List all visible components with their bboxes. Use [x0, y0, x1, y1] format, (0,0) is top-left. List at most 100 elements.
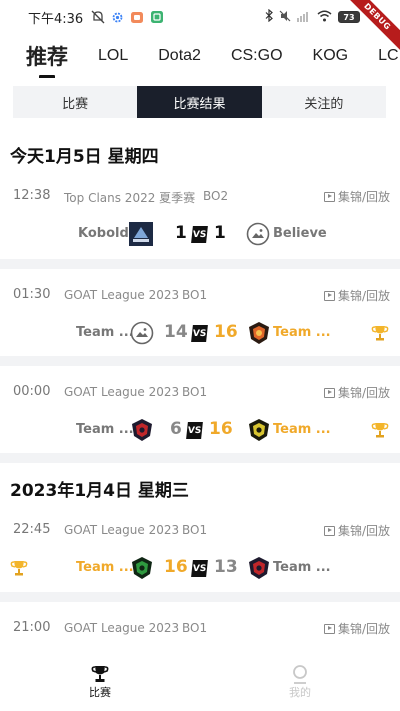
placeholder-image-icon [130, 321, 154, 345]
team-a-logo [132, 557, 152, 579]
play-icon [323, 623, 335, 634]
team-b-logo [249, 557, 269, 579]
replay-label: 集锦/回放 [337, 190, 390, 204]
team-a-logo [132, 419, 152, 441]
team-b-name: Believe [273, 226, 327, 241]
tab-dota2[interactable]: Dota2 [158, 47, 201, 65]
date-header-today: 今天1月5日 星期四 [10, 147, 159, 167]
match-filter-segmented: 比赛 比赛结果 关注的 [13, 86, 386, 118]
gear-notification-icon [111, 11, 124, 24]
user-nav-icon [293, 665, 307, 684]
team-b-logo [249, 419, 269, 441]
tab-csgo[interactable]: CS:GO [231, 47, 283, 65]
replay-label: 集锦/回放 [337, 524, 390, 538]
match-meta: 01:30 GOAT League 2023 BO1 集锦/回放 [0, 285, 400, 305]
match-league: GOAT League 2023 [64, 523, 180, 537]
score-row: Team ... 14 VS 16 Team ... [0, 321, 400, 347]
section-divider [0, 453, 400, 463]
signal-icon [297, 10, 311, 25]
placeholder-image-icon [246, 222, 270, 246]
team-b-score: 16 [209, 419, 233, 439]
team-a-name: Team ... [76, 422, 134, 437]
match-time: 21:00 [13, 620, 51, 635]
replay-label: 集锦/回放 [337, 289, 390, 303]
vs-badge: VS [191, 226, 208, 243]
play-icon [323, 525, 335, 536]
app-notification-icon [130, 10, 144, 24]
date-header-yesterday: 2023年1月4日 星期三 [10, 481, 189, 501]
match-league: GOAT League 2023 [64, 621, 180, 635]
team-a-score: 1 [175, 223, 187, 243]
match-card[interactable]: 22:45 GOAT League 2023 BO1 集锦/回放 Team ..… [0, 520, 400, 590]
score-row: Kobolds 1 VS 1 Believe [0, 222, 400, 248]
match-card[interactable]: 00:00 GOAT League 2023 BO1 集锦/回放 Team ..… [0, 382, 400, 452]
nav-matches-label: 比赛 [89, 686, 111, 699]
replay-link[interactable]: 集锦/回放 [323, 620, 390, 637]
tab-lol[interactable]: LOL [98, 47, 128, 65]
team-b-score: 16 [214, 322, 238, 342]
replay-label: 集锦/回放 [337, 386, 390, 400]
status-bar: 下午4:36 73 [0, 0, 400, 34]
match-meta: 00:00 GOAT League 2023 BO1 集锦/回放 [0, 382, 400, 402]
segment-following[interactable]: 关注的 [262, 86, 386, 118]
score-row: Team ... 6 VS 16 Team ... [0, 418, 400, 444]
segment-matches[interactable]: 比赛 [13, 86, 137, 118]
app-notification-icon-green [150, 10, 164, 24]
match-format: BO1 [182, 385, 208, 399]
vs-badge: VS [191, 560, 208, 577]
vs-badge: VS [186, 422, 203, 439]
status-time: 下午4:36 [28, 11, 84, 27]
match-card[interactable]: 21:00 GOAT League 2023 BO1 集锦/回放 [0, 618, 400, 646]
match-league: GOAT League 2023 [64, 385, 180, 399]
team-a-name: Kobolds [78, 226, 137, 241]
vs-badge: VS [191, 325, 208, 342]
play-icon [323, 191, 335, 202]
match-time: 01:30 [13, 287, 51, 302]
tab-kog[interactable]: KOG [313, 47, 349, 65]
match-card[interactable]: 12:38 Top Clans 2022 夏季赛 BO2 集锦/回放 Kobol… [0, 186, 400, 256]
do-not-disturb-icon [91, 10, 105, 24]
team-b-score: 1 [214, 223, 226, 243]
match-card[interactable]: 01:30 GOAT League 2023 BO1 集锦/回放 Team ..… [0, 285, 400, 355]
match-format: BO2 [203, 189, 229, 203]
game-tabs: 推荐 LOL Dota2 CS:GO KOG LC [0, 34, 400, 78]
play-icon [323, 290, 335, 301]
section-divider [0, 259, 400, 269]
bottom-navigation: 比赛 我的 [0, 646, 400, 711]
trophy-icon [10, 561, 28, 576]
nav-matches[interactable]: 比赛 [80, 664, 120, 700]
team-a-score: 14 [164, 322, 188, 342]
trophy-icon [371, 326, 389, 341]
team-a-logo [129, 222, 153, 246]
replay-link[interactable]: 集锦/回放 [323, 522, 390, 539]
team-b-logo [249, 322, 269, 344]
team-b-score: 13 [214, 557, 238, 577]
nav-mine-label: 我的 [289, 686, 311, 699]
tab-more[interactable]: LC [378, 47, 398, 65]
section-divider [0, 356, 400, 366]
mute-icon [279, 10, 291, 25]
team-a-score: 16 [164, 557, 188, 577]
wifi-icon [317, 10, 332, 25]
match-time: 12:38 [13, 188, 51, 203]
trophy-nav-icon [91, 666, 109, 682]
replay-link[interactable]: 集锦/回放 [323, 287, 390, 304]
battery-icon: 73 [338, 11, 360, 23]
team-a-name: Team ... [76, 325, 134, 340]
team-b-name: Team ... [273, 560, 331, 575]
segment-results[interactable]: 比赛结果 [137, 86, 262, 118]
replay-link[interactable]: 集锦/回放 [323, 384, 390, 401]
match-format: BO1 [182, 288, 208, 302]
match-meta: 21:00 GOAT League 2023 BO1 集锦/回放 [0, 618, 400, 638]
play-icon [323, 387, 335, 398]
trophy-icon [371, 423, 389, 438]
replay-label: 集锦/回放 [337, 622, 390, 636]
match-league: Top Clans 2022 夏季赛 [64, 191, 196, 205]
nav-mine[interactable]: 我的 [280, 664, 320, 700]
score-row: Team ... 16 VS 13 Team ... [0, 556, 400, 582]
team-b-name: Team ... [273, 325, 331, 340]
tab-recommended[interactable]: 推荐 [26, 41, 68, 78]
team-b-name: Team ... [273, 422, 331, 437]
replay-link[interactable]: 集锦/回放 [323, 188, 390, 205]
team-a-score: 6 [170, 419, 182, 439]
